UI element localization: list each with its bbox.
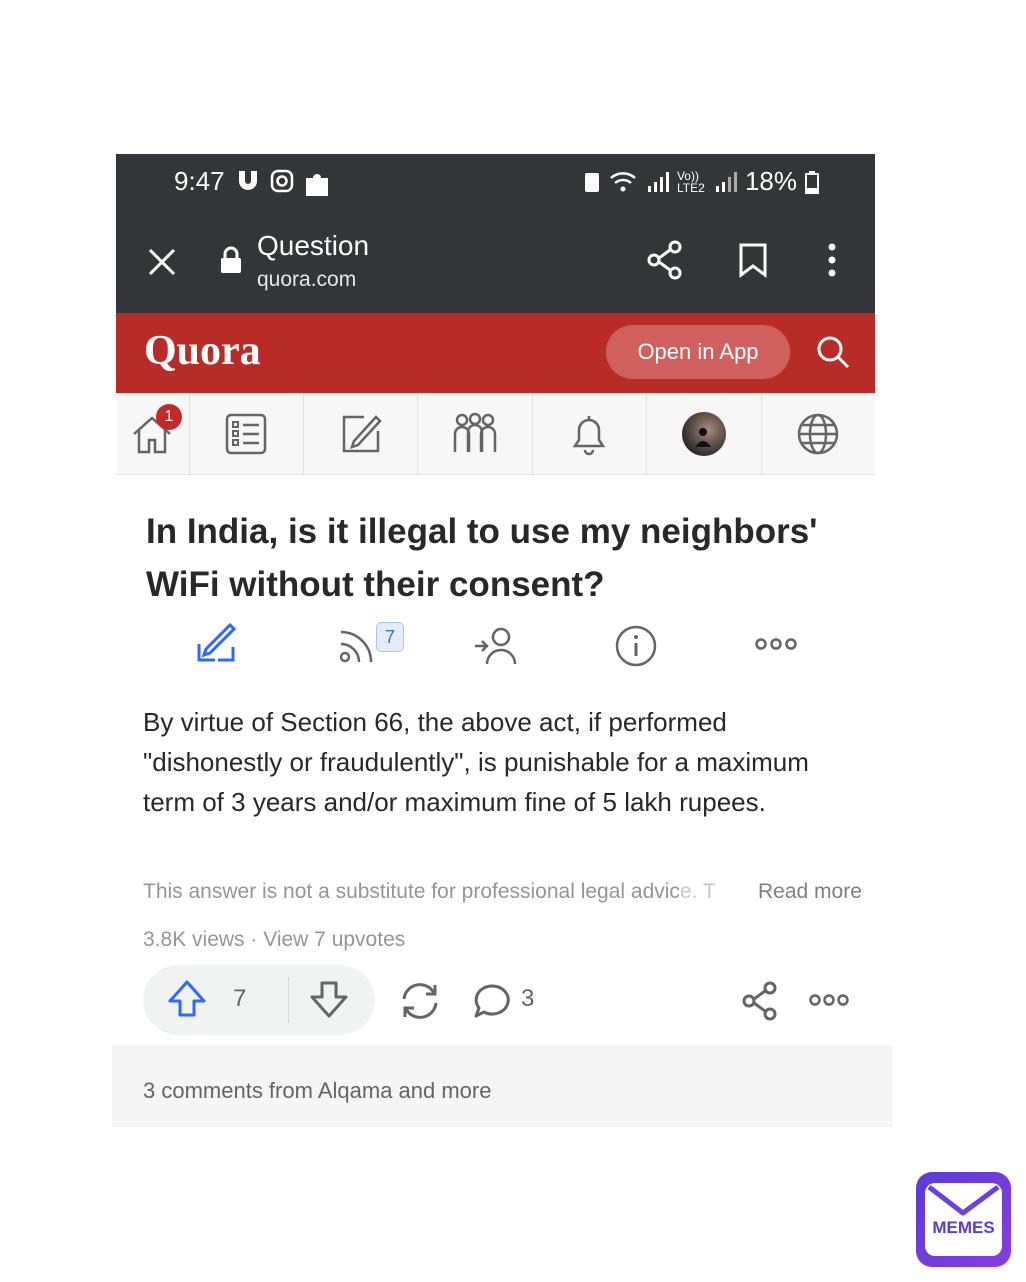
answer-more-icon[interactable] (808, 992, 850, 1008)
quora-header: Quora Open in App (116, 313, 875, 393)
page-title: Question (257, 230, 370, 261)
share-answer-icon[interactable] (742, 981, 778, 1021)
nav-answer[interactable] (190, 393, 304, 474)
upvote-icon[interactable] (167, 979, 207, 1019)
comments-bar[interactable]: 3 comments from Alqama and more (112, 1045, 893, 1127)
upvote-count: 7 (233, 985, 247, 1012)
answer-meta[interactable]: 3.8K views · View 7 upvotes (143, 928, 405, 952)
battery-icon (805, 170, 819, 194)
search-icon[interactable] (816, 335, 850, 369)
browser-toolbar: Question quora.com (116, 212, 875, 313)
battery-percent: 18% (744, 166, 797, 196)
more-options-icon[interactable] (754, 636, 798, 652)
signal-icon (647, 171, 669, 192)
puzzle-icon (306, 174, 328, 196)
share-answer-refresh-icon[interactable] (399, 981, 441, 1021)
question-actions: 7 (116, 618, 875, 674)
answer-icon[interactable] (196, 622, 236, 664)
battery-saver-icon (584, 172, 599, 192)
lock-icon (221, 246, 241, 273)
signal-icon-2 (715, 171, 737, 192)
open-in-app-button[interactable]: Open in App (606, 325, 790, 379)
follow-count: 7 (376, 622, 404, 652)
list-icon (226, 413, 267, 454)
magnet-icon (239, 171, 257, 190)
nav-notifications[interactable] (533, 393, 648, 474)
info-icon[interactable] (614, 624, 658, 668)
instagram-icon (270, 169, 294, 193)
home-badge: 1 (156, 404, 182, 430)
wifi-icon (610, 171, 636, 191)
quora-nav: 1 (116, 393, 875, 475)
question-title[interactable]: In India, is it illegal to use my neighb… (146, 505, 866, 611)
vote-divider (288, 977, 289, 1023)
status-time: 9:47 (174, 166, 225, 196)
quora-logo[interactable]: Quora (144, 327, 261, 375)
disclaimer-text: This answer is not a substitute for prof… (143, 880, 680, 903)
nav-spaces[interactable] (418, 393, 533, 474)
downvote-icon[interactable] (309, 979, 349, 1019)
bookmark-icon[interactable] (738, 242, 768, 278)
network-type-label: Vo)) LTE2 (676, 168, 705, 195)
status-bar: 9:47 Vo)) LTE2 18% (116, 154, 875, 212)
more-menu-icon[interactable] (825, 242, 839, 278)
nav-profile[interactable] (647, 393, 762, 474)
answer-body: By virtue of Section 66, the above act, … (143, 707, 809, 817)
memes-watermark-text: MEMES (932, 1218, 995, 1237)
comment-icon[interactable] (473, 983, 511, 1019)
read-more-link[interactable]: Read more (758, 880, 862, 904)
answer-disclaimer: This answer is not a substitute for prof… (143, 880, 716, 904)
nav-write[interactable] (304, 393, 419, 474)
share-icon[interactable] (647, 240, 683, 280)
close-icon[interactable] (147, 247, 177, 277)
request-icon[interactable] (473, 626, 517, 666)
memes-watermark-logo: MEMES (916, 1172, 1011, 1267)
page-url[interactable]: quora.com (257, 268, 356, 292)
follow-icon[interactable] (339, 628, 375, 664)
globe-icon (798, 413, 839, 454)
comments-summary: 3 comments from Alqama and more (143, 1078, 492, 1103)
vote-pill: 7 (143, 965, 375, 1035)
nav-home[interactable]: 1 (116, 393, 190, 474)
comment-count: 3 (521, 985, 535, 1012)
avatar (681, 411, 726, 456)
disclaimer-fade: e. T (679, 880, 716, 903)
people-icon (453, 412, 497, 452)
edit-icon (342, 414, 382, 452)
bell-icon (573, 415, 606, 455)
nav-language[interactable] (762, 393, 875, 474)
